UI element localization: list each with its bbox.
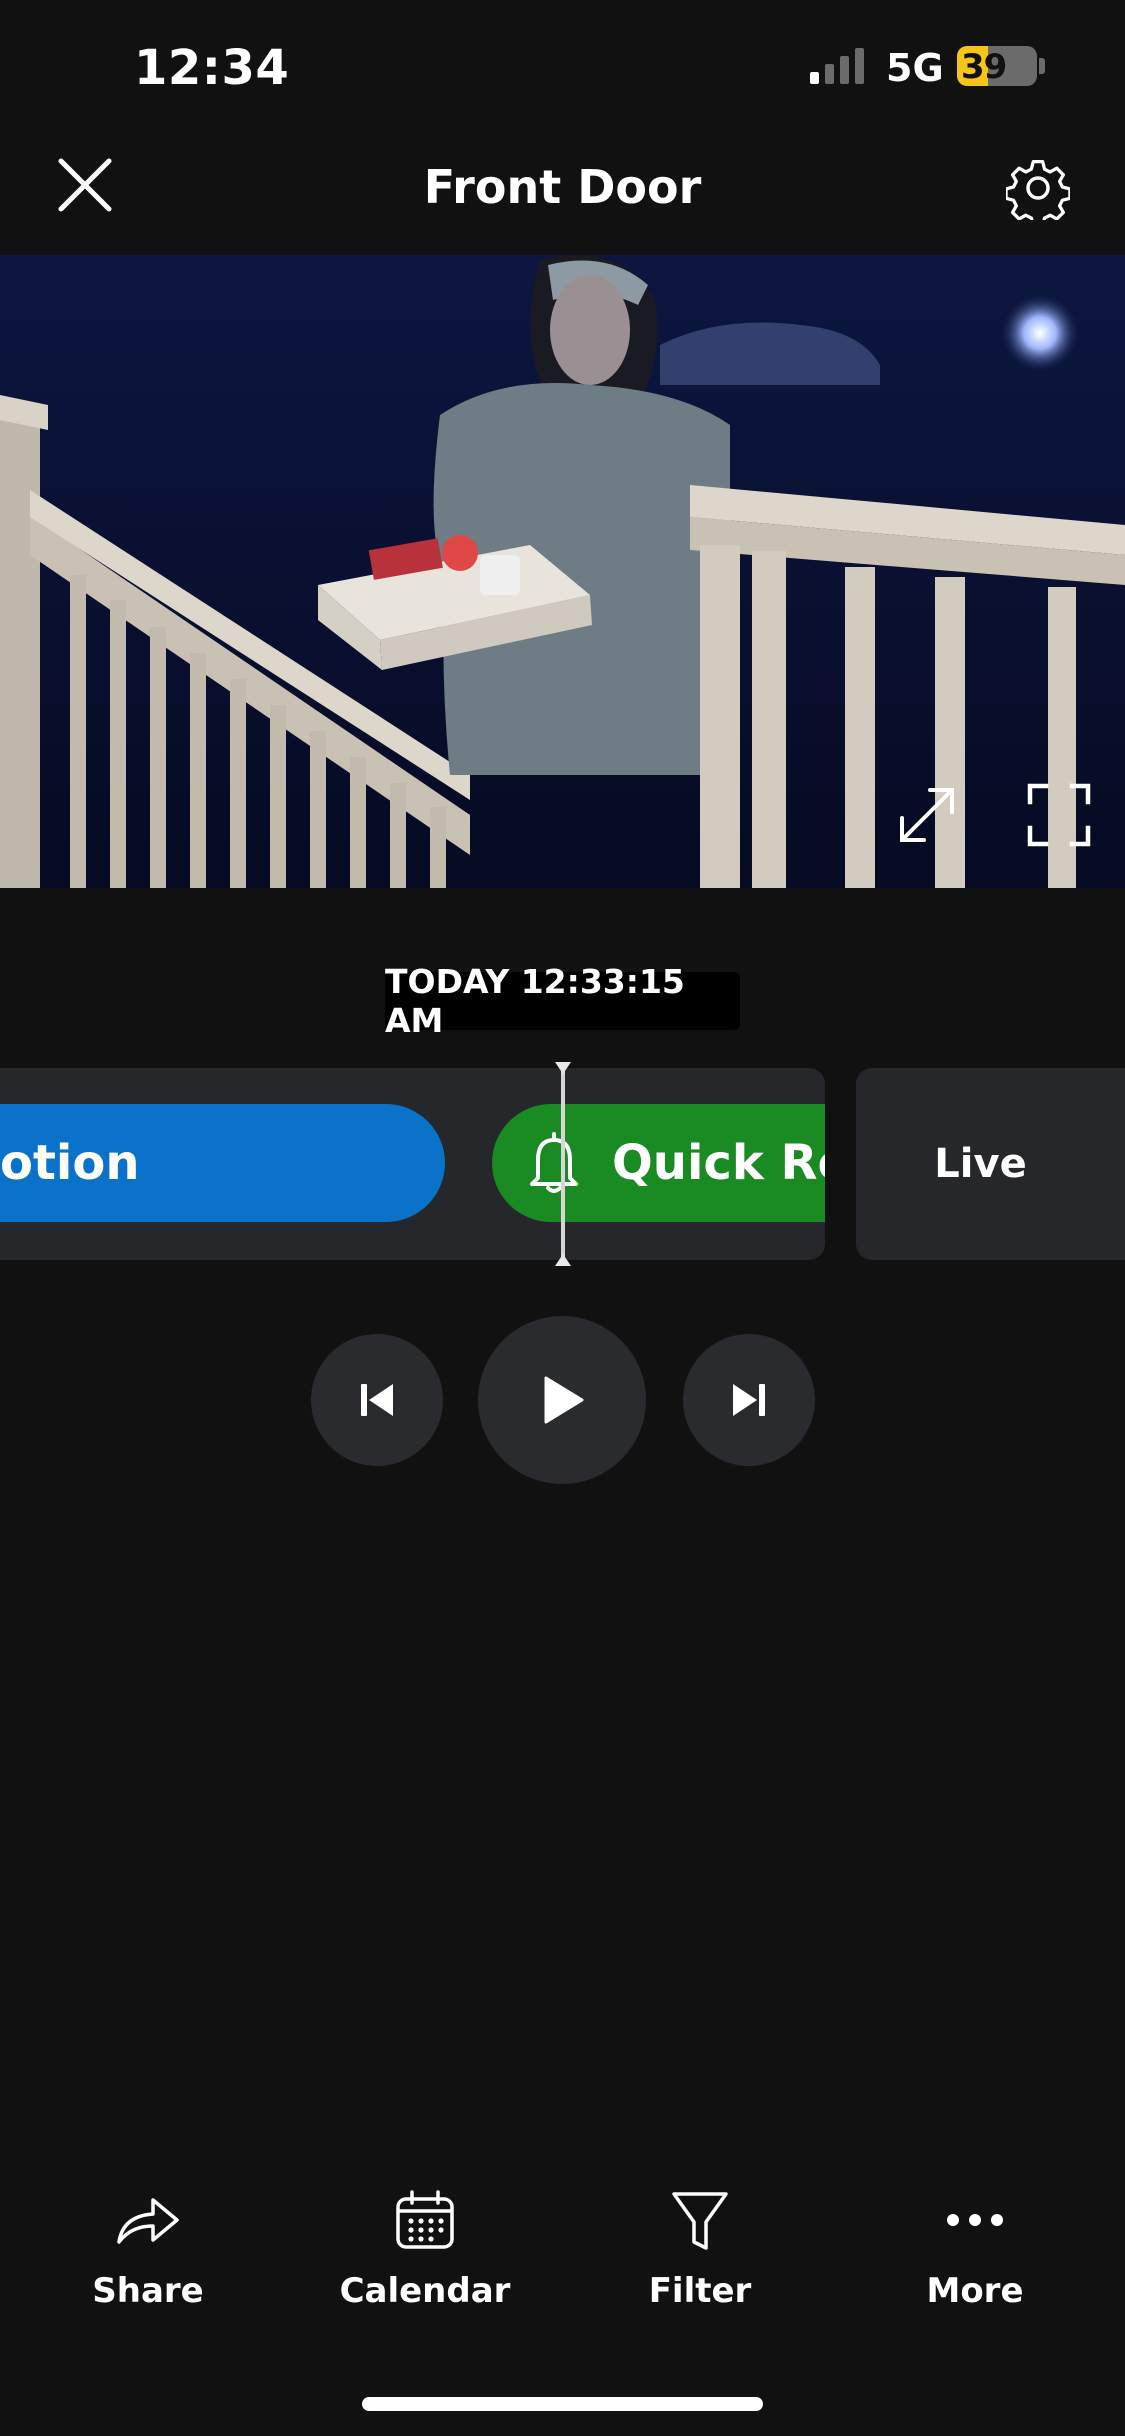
home-indicator[interactable] bbox=[362, 2397, 763, 2411]
calendar-label: Calendar bbox=[339, 2271, 511, 2311]
next-event-button[interactable] bbox=[683, 1334, 815, 1466]
skip-previous-icon bbox=[361, 1384, 393, 1416]
fullscreen-icon bbox=[1027, 783, 1091, 847]
live-button[interactable]: Live bbox=[856, 1068, 1125, 1260]
play-icon bbox=[544, 1376, 584, 1424]
play-button[interactable] bbox=[478, 1316, 646, 1484]
timeline-event-quick-reply[interactable]: Quick Rep bbox=[492, 1104, 825, 1222]
timeline-event-motion[interactable]: otion bbox=[0, 1104, 445, 1222]
scrubber-top-marker bbox=[555, 1062, 571, 1074]
event-label: Quick Rep bbox=[612, 1135, 825, 1191]
calendar-icon bbox=[396, 2190, 454, 2249]
fullscreen-button[interactable] bbox=[1024, 780, 1094, 850]
more-icon bbox=[947, 2214, 1003, 2226]
share-label: Share bbox=[92, 2271, 204, 2311]
page-title: Front Door bbox=[423, 160, 702, 214]
settings-button[interactable] bbox=[1000, 150, 1076, 226]
cellular-signal-icon bbox=[810, 48, 864, 84]
timeline-scrubber[interactable] bbox=[561, 1062, 565, 1266]
expand-icon bbox=[900, 788, 954, 842]
expand-button[interactable] bbox=[892, 780, 962, 850]
event-timeline[interactable]: otion Quick Rep bbox=[0, 1068, 825, 1260]
calendar-button[interactable]: Calendar bbox=[325, 2185, 525, 2311]
filter-icon bbox=[672, 2192, 728, 2250]
share-button[interactable]: Share bbox=[48, 2185, 248, 2311]
more-label: More bbox=[926, 2271, 1024, 2311]
battery-icon: 39 bbox=[957, 46, 1037, 86]
event-player-screen: 12:34 5G 39 Front Door TODAY 12:33:15 AM… bbox=[0, 0, 1125, 2436]
battery-percent: 39 bbox=[961, 47, 1007, 86]
network-type: 5G bbox=[886, 46, 944, 90]
event-label: otion bbox=[0, 1135, 140, 1191]
battery-cap bbox=[1039, 58, 1045, 74]
event-timestamp: TODAY 12:33:15 AM bbox=[385, 962, 740, 1040]
previous-event-button[interactable] bbox=[311, 1334, 443, 1466]
filter-label: Filter bbox=[648, 2271, 752, 2311]
more-button[interactable]: More bbox=[875, 2185, 1075, 2311]
status-time: 12:34 bbox=[134, 40, 290, 96]
bell-icon bbox=[530, 1132, 578, 1193]
filter-button[interactable]: Filter bbox=[600, 2185, 800, 2311]
scrubber-bottom-marker bbox=[555, 1254, 571, 1266]
share-icon bbox=[117, 2198, 179, 2244]
gear-icon bbox=[1006, 159, 1070, 220]
skip-next-icon bbox=[733, 1384, 765, 1416]
